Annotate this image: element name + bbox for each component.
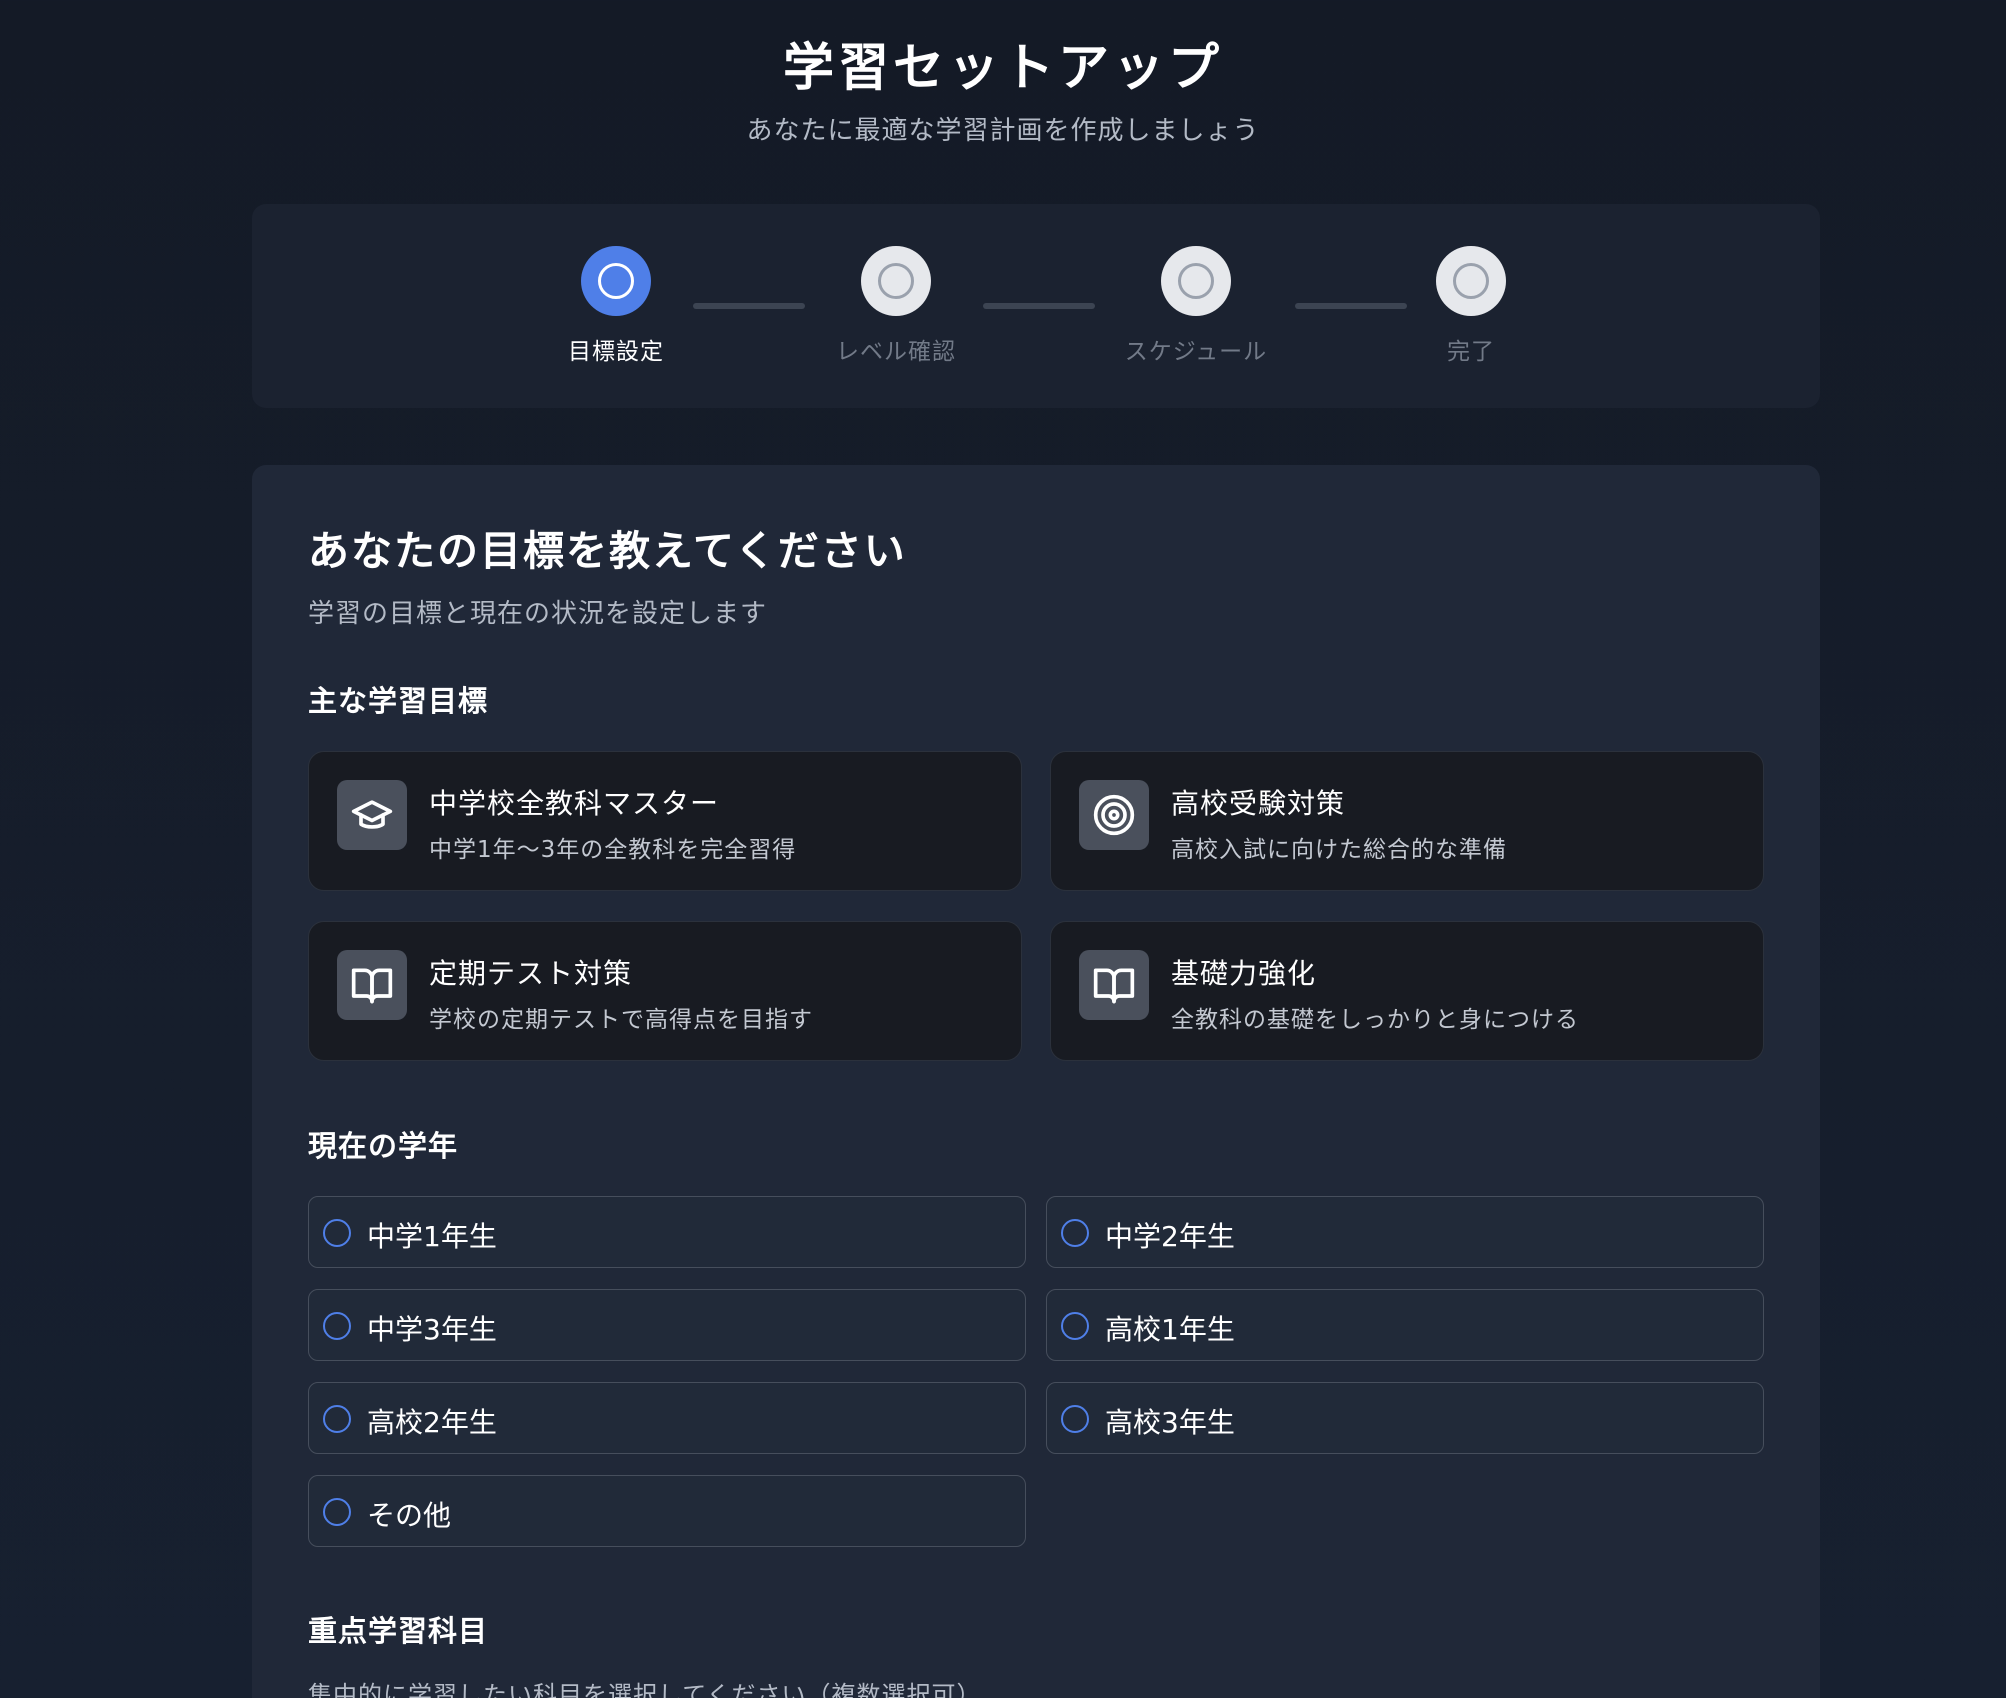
radio-button[interactable] xyxy=(1061,1405,1089,1433)
book-open-icon xyxy=(337,950,407,1020)
goal-form-card: あなたの目標を教えてください 学習の目標と現在の状況を設定します 主な学習目標 … xyxy=(252,465,1820,1698)
goal-title: 高校受験対策 xyxy=(1171,787,1346,820)
step-circle-icon xyxy=(1161,246,1231,316)
page-subtitle: あなたに最適な学習計画を作成しましょう xyxy=(746,116,1260,146)
focus-section-hint: 集中的に学習したい科目を選択してください（複数選択可） xyxy=(308,1681,982,1698)
grade-label: 高校2年生 xyxy=(367,1406,497,1439)
step-label: 目標設定 xyxy=(568,339,664,365)
radio-button[interactable] xyxy=(1061,1219,1089,1247)
grade-option-hs1[interactable]: 高校1年生 xyxy=(1046,1289,1764,1361)
step-label: スケジュール xyxy=(1124,339,1268,365)
grade-option-hs2[interactable]: 高校2年生 xyxy=(308,1382,1026,1454)
grade-label: 高校3年生 xyxy=(1105,1406,1235,1439)
focus-section-title: 重点学習科目 xyxy=(308,1614,489,1648)
radio-button[interactable] xyxy=(323,1498,351,1526)
goal-option-high-school-exam[interactable]: 高校受験対策 高校入試に向けた総合的な準備 xyxy=(1050,751,1764,891)
book-open-icon xyxy=(1079,950,1149,1020)
card-heading: あなたの目標を教えてください xyxy=(308,527,907,575)
step-circle-icon xyxy=(861,246,931,316)
goal-title: 定期テスト対策 xyxy=(429,957,633,990)
radio-button[interactable] xyxy=(1061,1312,1089,1340)
grade-label: 中学2年生 xyxy=(1105,1220,1235,1253)
grade-option-jh2[interactable]: 中学2年生 xyxy=(1046,1196,1764,1268)
grade-option-other[interactable]: その他 xyxy=(308,1475,1026,1547)
radio-button[interactable] xyxy=(323,1219,351,1247)
goals-section-title: 主な学習目標 xyxy=(308,684,489,718)
progress-stepper: 目標設定 レベル確認 スケジュール 完了 xyxy=(252,204,1820,408)
goal-description: 学校の定期テストで高得点を目指す xyxy=(429,1007,813,1033)
grade-label: 中学1年生 xyxy=(367,1220,497,1253)
step-label: レベル確認 xyxy=(836,339,956,365)
grade-label: その他 xyxy=(367,1499,452,1532)
grade-label: 中学3年生 xyxy=(367,1313,497,1346)
page-title: 学習セットアップ xyxy=(782,39,1223,98)
goal-title: 基礎力強化 xyxy=(1171,957,1317,990)
target-icon xyxy=(1079,780,1149,850)
step-connector xyxy=(983,303,1095,309)
step-level-check[interactable]: レベル確認 xyxy=(786,246,1006,366)
goal-description: 中学1年〜3年の全教科を完全習得 xyxy=(429,837,797,863)
step-circle-icon xyxy=(1436,246,1506,316)
step-schedule[interactable]: スケジュール xyxy=(1086,246,1306,366)
radio-button[interactable] xyxy=(323,1405,351,1433)
card-subheading: 学習の目標と現在の状況を設定します xyxy=(308,599,768,629)
goal-option-periodic-test[interactable]: 定期テスト対策 学校の定期テストで高得点を目指す xyxy=(308,921,1022,1061)
goal-description: 高校入試に向けた総合的な準備 xyxy=(1171,837,1507,863)
grade-section-title: 現在の学年 xyxy=(308,1129,459,1163)
grade-label: 高校1年生 xyxy=(1105,1313,1235,1346)
radio-button[interactable] xyxy=(323,1312,351,1340)
goal-option-fundamentals[interactable]: 基礎力強化 全教科の基礎をしっかりと身につける xyxy=(1050,921,1764,1061)
goal-description: 全教科の基礎をしっかりと身につける xyxy=(1171,1007,1579,1033)
grade-option-hs3[interactable]: 高校3年生 xyxy=(1046,1382,1764,1454)
goal-option-master-all[interactable]: 中学校全教科マスター 中学1年〜3年の全教科を完全習得 xyxy=(308,751,1022,891)
graduation-cap-icon xyxy=(337,780,407,850)
step-circle-icon xyxy=(581,246,651,316)
goal-title: 中学校全教科マスター xyxy=(429,787,720,820)
step-complete[interactable]: 完了 xyxy=(1361,246,1581,366)
step-label: 完了 xyxy=(1447,339,1495,365)
grade-option-jh1[interactable]: 中学1年生 xyxy=(308,1196,1026,1268)
grade-option-jh3[interactable]: 中学3年生 xyxy=(308,1289,1026,1361)
